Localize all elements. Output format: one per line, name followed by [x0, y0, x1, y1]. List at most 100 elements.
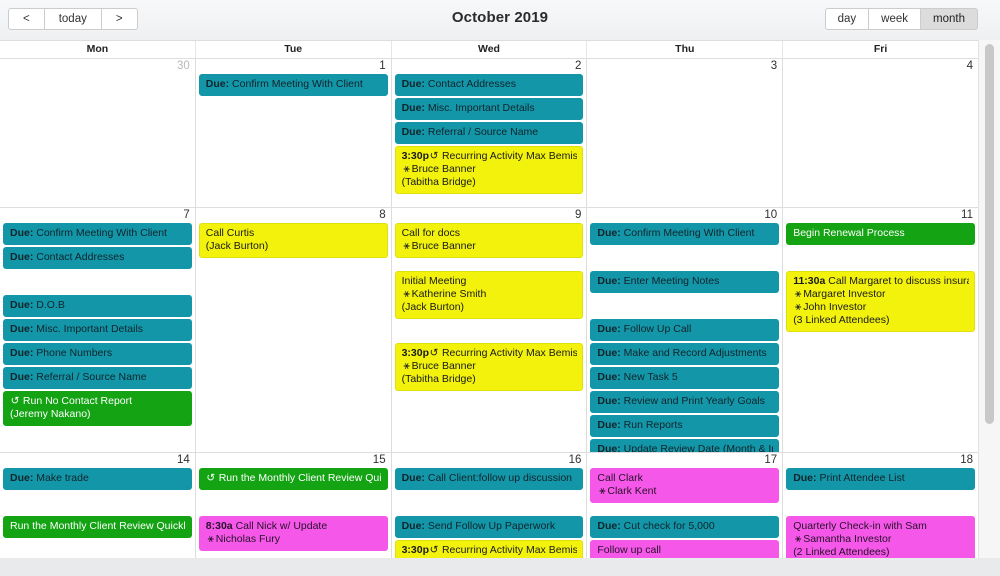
day-cell-2[interactable]: 2 Due: Contact Addresses Due: Misc. Import…: [391, 59, 588, 207]
day-events: Due: Print Attendee List Quarterly Check-…: [783, 468, 978, 558]
event-line: Due: Run Reports: [597, 419, 773, 432]
event-text: Run No Contact Report: [20, 395, 133, 407]
day-number[interactable]: 16: [569, 454, 582, 467]
calendar-event[interactable]: Due: Contact Addresses: [394, 74, 584, 96]
day-number[interactable]: 18: [960, 454, 973, 467]
view-day-button[interactable]: day: [824, 8, 870, 30]
calendar-event[interactable]: Due: Confirm Meeting With Client: [3, 223, 192, 245]
event-line: Due: Update Review Date (Month & Inter: [597, 443, 773, 452]
day-number[interactable]: 4: [967, 60, 973, 73]
recurring-icon: ↺: [10, 395, 20, 407]
calendar-event[interactable]: Begin Renewal Process: [786, 223, 975, 245]
event-line: Due: Referral / Source Name: [402, 126, 578, 139]
calendar-event[interactable]: ↺ Run No Contact Report (Jeremy Nakano): [3, 391, 192, 426]
calendar-event[interactable]: 3:30p↺ Recurring Activity Max Bemis⚹Bruc…: [394, 540, 584, 558]
weekday-header-tue: Tue: [196, 41, 392, 58]
calendar-event[interactable]: Quarterly Check-in with Sam ⚹ Samantha Inv…: [786, 516, 975, 558]
day-number[interactable]: 3: [771, 60, 777, 73]
event-line: Due: Referral / Source Name: [10, 371, 186, 384]
day-number[interactable]: 1: [379, 60, 385, 73]
day-cell-9[interactable]: 9 Call for docs ⚹ Bruce Banner Initial Meeti…: [391, 208, 588, 452]
calendar-scrollbar[interactable]: [978, 40, 1000, 558]
calendar-event[interactable]: Call for docs ⚹ Bruce Banner: [394, 223, 584, 258]
day-number[interactable]: 8: [379, 209, 385, 222]
day-cell-30[interactable]: 30: [0, 59, 196, 207]
day-number[interactable]: 9: [575, 209, 581, 222]
calendar-event[interactable]: Due: Referral / Source Name: [394, 122, 584, 144]
day-cell-1[interactable]: 1 Due: Confirm Meeting With Client: [195, 59, 392, 207]
day-number[interactable]: 7: [183, 209, 189, 222]
calendar-event[interactable]: Due: Phone Numbers: [3, 343, 192, 365]
calendar-event[interactable]: 3:30p↺ Recurring Activity Max Bemis⚹Bruc…: [394, 343, 584, 391]
calendar-event[interactable]: 3:30p↺ Recurring Activity Max Bemis⚹Bruc…: [394, 146, 584, 194]
day-number[interactable]: 17: [764, 454, 777, 467]
calendar-event[interactable]: Due: Confirm Meeting With Client: [198, 74, 388, 96]
calendar-event[interactable]: Due: Update Review Date (Month & Inter: [590, 439, 780, 452]
day-cell-10[interactable]: 10 Due: Confirm Meeting With Client Due: E…: [587, 208, 784, 452]
calendar-event[interactable]: Due: Referral / Source Name: [3, 367, 192, 389]
calendar-event[interactable]: 8:30a Call Nick w/ Update ⚹ Nicholas Fury: [198, 516, 388, 551]
attendee-icon: ⚹: [795, 301, 802, 313]
day-cell-7[interactable]: 7 Due: Confirm Meeting With Client Due: Co…: [0, 208, 196, 452]
event-text: Clark Kent: [607, 485, 657, 497]
day-events: Due: Make trade Run the Monthly Client Re…: [0, 468, 195, 558]
calendar-event[interactable]: ↺ Run the Monthly Client Review Quickli: [198, 468, 388, 490]
calendar-event[interactable]: Call Curtis (Jack Burton): [198, 223, 388, 258]
day-number[interactable]: 14: [177, 454, 190, 467]
event-line: Due: Misc. Important Details: [402, 102, 578, 115]
event-line: (3 Linked Attendees): [793, 314, 969, 327]
calendar-event[interactable]: 11:30a Call Margaret to discuss insuran ⚹…: [786, 271, 975, 332]
day-cell-8[interactable]: 8 Call Curtis (Jack Burton): [195, 208, 392, 452]
day-number[interactable]: 15: [373, 454, 386, 467]
view-week-button[interactable]: week: [869, 8, 922, 30]
day-cell-11[interactable]: 11 Begin Renewal Process 11:30a Call Marga…: [783, 208, 978, 452]
day-cell-4[interactable]: 4: [783, 59, 978, 207]
event-text: Confirm Meeting With Client: [33, 227, 167, 239]
calendar-event[interactable]: Due: Review and Print Yearly Goals: [590, 391, 780, 413]
event-label-bold: Due:: [205, 78, 230, 90]
event-line: Due: Contact Addresses: [10, 251, 186, 264]
day-cell-15[interactable]: 15 ↺ Run the Monthly Client Review Quickl…: [195, 453, 392, 558]
calendar-event[interactable]: Due: Cut check for 5,000: [590, 516, 780, 538]
scrollbar-thumb[interactable]: [985, 44, 994, 424]
calendar-event[interactable]: Due: Misc. Important Details: [3, 319, 192, 341]
calendar-event[interactable]: Follow up call: [590, 540, 780, 558]
calendar-event[interactable]: Due: Enter Meeting Notes: [590, 271, 780, 293]
day-events: Due: Confirm Meeting With Client Due: Ent…: [587, 223, 782, 452]
day-number[interactable]: 11: [961, 209, 973, 222]
day-number[interactable]: 10: [764, 209, 777, 222]
day-events: Due: Call Client:follow up discussion Due…: [392, 468, 587, 558]
calendar-event[interactable]: Due: Contact Addresses: [3, 247, 192, 269]
event-text: Send Follow Up Paperwork: [424, 520, 556, 532]
calendar-event[interactable]: Due: Call Client:follow up discussion: [394, 468, 584, 490]
view-month-button[interactable]: month: [921, 8, 978, 30]
event-line: Begin Renewal Process: [793, 227, 969, 240]
day-cell-17[interactable]: 17 Call Clark ⚹ Clark Kent Due: Cut check fo…: [587, 453, 784, 558]
event-label-bold: Due:: [597, 443, 621, 452]
event-text: Recurring Activity Max Bemis: [439, 347, 578, 359]
calendar-event[interactable]: Due: Run Reports: [590, 415, 780, 437]
event-text: Misc. Important Details: [33, 323, 144, 335]
calendar-event[interactable]: Due: Send Follow Up Paperwork: [394, 516, 584, 538]
calendar-event[interactable]: Due: Follow Up Call: [590, 319, 780, 341]
event-text: Run Reports: [620, 419, 683, 431]
day-cell-16[interactable]: 16 Due: Call Client:follow up discussion D…: [391, 453, 588, 558]
event-line: Due: Phone Numbers: [10, 347, 186, 360]
calendar-event[interactable]: Due: Confirm Meeting With Client: [590, 223, 780, 245]
calendar-event[interactable]: Due: Make and Record Adjustments: [590, 343, 780, 365]
event-line: ↺ Run the Monthly Client Review Quickli: [206, 472, 381, 485]
calendar-event[interactable]: Due: New Task 5: [590, 367, 780, 389]
event-text: Call Client:follow up discussion: [424, 472, 573, 484]
calendar-event[interactable]: Call Clark ⚹ Clark Kent: [590, 468, 780, 503]
calendar-event[interactable]: Due: Print Attendee List: [786, 468, 975, 490]
day-number[interactable]: 30: [177, 60, 190, 73]
calendar-event[interactable]: Due: D.O.B: [3, 295, 192, 317]
day-cell-3[interactable]: 3: [587, 59, 784, 207]
day-cell-14[interactable]: 14 Due: Make trade Run the Monthly Client …: [0, 453, 196, 558]
calendar-event[interactable]: Due: Misc. Important Details: [394, 98, 584, 120]
day-number[interactable]: 2: [575, 60, 581, 73]
calendar-event[interactable]: Due: Make trade: [3, 468, 192, 490]
calendar-event[interactable]: Initial Meeting ⚹ Katherine Smith (Jack Bur…: [394, 271, 584, 319]
calendar-event[interactable]: Run the Monthly Client Review Quicklist: [3, 516, 192, 538]
day-cell-18[interactable]: 18 Due: Print Attendee List Quarterly Chec…: [783, 453, 978, 558]
